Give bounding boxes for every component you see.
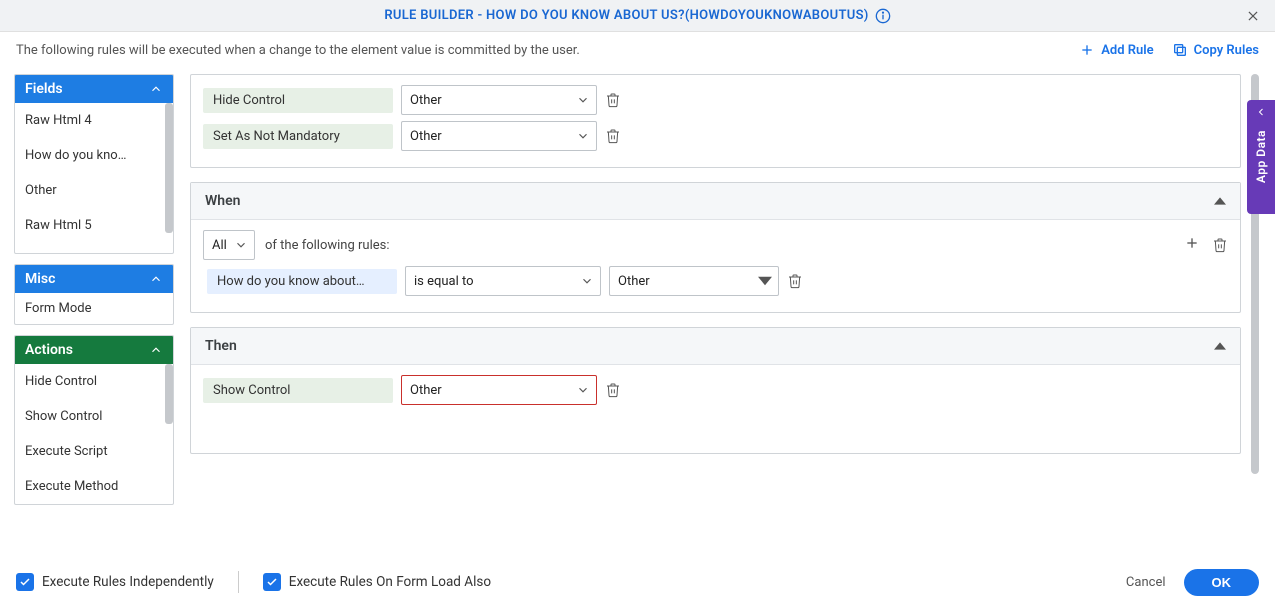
quantifier-dropdown[interactable]: All [203, 230, 255, 260]
fields-header[interactable]: Fields [15, 75, 173, 103]
then-row: Show Control Other [203, 375, 1228, 405]
top-row: Hide Control Other [203, 85, 1228, 115]
execute-independently-checkbox[interactable]: Execute Rules Independently [16, 573, 214, 591]
action-item[interactable]: Execute Script [15, 434, 173, 469]
collapse-up-icon [1214, 195, 1226, 207]
add-rule-label: Add Rule [1101, 43, 1153, 58]
when-title: When [205, 193, 240, 209]
dropdown-value: Other [618, 274, 650, 289]
misc-header[interactable]: Misc [15, 265, 173, 293]
chevron-up-icon [149, 82, 163, 96]
then-header[interactable]: Then [191, 328, 1240, 365]
delete-group-button[interactable] [1212, 237, 1228, 253]
execute-on-load-checkbox[interactable]: Execute Rules On Form Load Also [263, 573, 491, 591]
add-rule-button[interactable]: Add Rule [1079, 42, 1153, 58]
checkbox-checked-icon [263, 573, 281, 591]
action-item[interactable]: Hide Control [15, 364, 173, 399]
action-token[interactable]: Show Control [203, 378, 393, 403]
delete-row-button[interactable] [605, 128, 621, 144]
app-data-dock[interactable]: App Data [1247, 100, 1275, 214]
toolbar-actions: Add Rule Copy Rules [1079, 42, 1259, 58]
chk2-label: Execute Rules On Form Load Also [289, 574, 491, 590]
field-token[interactable]: How do you know about… [207, 269, 397, 294]
action-item[interactable]: Show Control [15, 399, 173, 434]
action-token[interactable]: Set As Not Mandatory [203, 124, 393, 149]
copy-rules-label: Copy Rules [1194, 43, 1259, 58]
value-dropdown[interactable]: Other [401, 85, 597, 115]
dropdown-value: All [212, 238, 227, 253]
value-dropdown-highlighted[interactable]: Other [401, 375, 597, 405]
field-item[interactable]: Raw Html 5 [15, 208, 173, 243]
quantifier-suffix: of the following rules: [265, 238, 389, 253]
ok-button[interactable]: OK [1184, 569, 1260, 596]
toolbar-description: The following rules will be executed whe… [16, 43, 580, 58]
dropdown-value: Other [410, 383, 442, 398]
then-card: Then Show Control Other [190, 327, 1241, 454]
delete-row-button[interactable] [787, 273, 803, 289]
chevron-up-icon [149, 272, 163, 286]
action-token[interactable]: Hide Control [203, 88, 393, 113]
misc-item[interactable]: Form Mode [15, 293, 173, 324]
actions-header[interactable]: Actions [15, 336, 173, 364]
toolbar: The following rules will be executed whe… [0, 32, 1275, 74]
checkbox-checked-icon [16, 573, 34, 591]
when-quantifier-row: All of the following rules: [203, 230, 1228, 260]
actions-panel: Actions Hide Control Show Control Execut… [14, 335, 174, 505]
dropdown-value: Other [410, 93, 442, 108]
field-item[interactable]: Other [15, 173, 173, 208]
actions-scroll-thumb[interactable] [165, 364, 173, 424]
collapse-up-icon [1214, 340, 1226, 352]
misc-title: Misc [25, 271, 55, 287]
dialog-header: RULE BUILDER - HOW DO YOU KNOW ABOUT US?… [0, 0, 1275, 32]
chevron-down-icon [576, 93, 590, 107]
then-title: Then [205, 338, 237, 354]
when-row: How do you know about… is equal to Other [207, 266, 1228, 296]
chevron-down-icon [576, 383, 590, 397]
when-card: When All of the following rules: [190, 182, 1241, 313]
field-item[interactable]: Raw Html 4 [15, 103, 173, 138]
close-icon[interactable] [1243, 6, 1263, 26]
rules-canvas: Hide Control Other Set As Not Mandatory … [190, 74, 1275, 542]
dialog-title-wrap: RULE BUILDER - HOW DO YOU KNOW ABOUT US?… [384, 8, 890, 24]
dropdown-value: Other [410, 129, 442, 144]
top-row: Set As Not Mandatory Other [203, 121, 1228, 151]
top-actions-card: Hide Control Other Set As Not Mandatory … [190, 74, 1241, 168]
value-dropdown[interactable]: Other [609, 266, 779, 296]
actions-title: Actions [25, 342, 73, 358]
fields-panel: Fields Raw Html 4 How do you kno… Other … [14, 74, 174, 254]
app-data-label: App Data [1254, 130, 1268, 183]
when-header[interactable]: When [191, 183, 1240, 220]
add-condition-button[interactable] [1184, 235, 1200, 255]
misc-panel: Misc Form Mode [14, 264, 174, 325]
delete-row-button[interactable] [605, 92, 621, 108]
field-item[interactable]: How do you kno… [15, 138, 173, 173]
operator-dropdown[interactable]: is equal to [405, 266, 601, 296]
chk1-label: Execute Rules Independently [42, 574, 214, 590]
cancel-button[interactable]: Cancel [1126, 575, 1166, 590]
dropdown-value: is equal to [414, 274, 474, 289]
fields-title: Fields [25, 81, 63, 97]
dialog-footer: Execute Rules Independently Execute Rule… [0, 556, 1275, 608]
chevron-down-icon [234, 238, 248, 252]
sidebar: Fields Raw Html 4 How do you kno… Other … [14, 74, 174, 542]
dialog-title: RULE BUILDER - HOW DO YOU KNOW ABOUT US?… [384, 8, 868, 23]
value-dropdown[interactable]: Other [401, 121, 597, 151]
chevron-down-icon [576, 129, 590, 143]
delete-row-button[interactable] [605, 382, 621, 398]
chevron-up-icon [149, 343, 163, 357]
chevron-down-icon [580, 274, 594, 288]
action-item[interactable]: Execute Method [15, 469, 173, 504]
copy-rules-button[interactable]: Copy Rules [1172, 42, 1259, 58]
fields-scroll-thumb[interactable] [165, 103, 173, 233]
divider [238, 571, 239, 593]
chevron-left-icon [1255, 106, 1267, 118]
caret-down-icon [758, 274, 772, 288]
info-icon[interactable] [875, 8, 891, 24]
